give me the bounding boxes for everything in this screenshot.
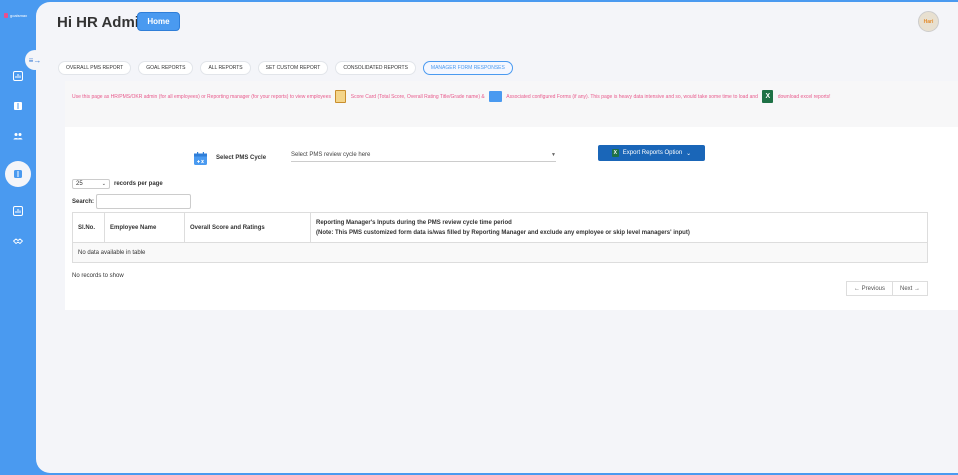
tab-manager-form-responses[interactable]: MANAGER FORM RESPONSES xyxy=(422,61,513,75)
previous-page-button[interactable]: ← Previous xyxy=(846,281,893,296)
sidebar-analytics-icon[interactable] xyxy=(12,205,24,217)
main-content: Hi HR Admin Home Hari OVERALL PMS REPORT… xyxy=(36,2,958,473)
scorecard-icon xyxy=(335,90,347,104)
sidebar-reports-item[interactable] xyxy=(5,161,31,187)
notice-text-4: download excel reports! xyxy=(777,94,831,100)
sidebar-users-icon[interactable] xyxy=(12,130,24,142)
chevron-down-icon: ⌄ xyxy=(101,181,106,187)
chevron-down-icon: ⌄ xyxy=(686,150,692,157)
column-header-manager-inputs[interactable]: Reporting Manager's Inputs during the PM… xyxy=(310,212,928,243)
column-header-sl-no[interactable]: Sl.No. xyxy=(72,212,105,243)
sidebar-handshake-icon[interactable] xyxy=(12,235,24,247)
brand-logo-text: goalsmax xyxy=(10,13,28,18)
notice-text-1: Use this page as HR/PMS/OKR admin (for a… xyxy=(72,94,331,100)
export-reports-button[interactable]: X Export Reports Option ⌄ xyxy=(598,145,705,161)
excel-icon: X xyxy=(762,90,774,104)
report-card: Use this page as HR/PMS/OKR admin (for a… xyxy=(65,81,958,310)
manager-inputs-note: (Note: This PMS customized form data is/… xyxy=(316,229,690,236)
sidebar: goalsmax xyxy=(0,0,36,475)
export-reports-label: Export Reports Option xyxy=(622,150,683,156)
responses-table: Sl.No. Employee Name Overall Score and R… xyxy=(72,212,928,263)
collapse-icon: ≡→ xyxy=(28,55,42,65)
brand-logo-mark xyxy=(4,13,8,18)
notice-text-2: Score Card (Total Score, Overall Rating … xyxy=(350,94,485,100)
report-tabs: OVERALL PMS REPORT GOAL REPORTS ALL REPO… xyxy=(58,61,513,75)
form-icon xyxy=(489,91,503,103)
home-button[interactable]: Home xyxy=(137,12,180,31)
brand-logo[interactable]: goalsmax xyxy=(4,13,27,18)
sidebar-book-icon[interactable] xyxy=(12,100,24,112)
reports-icon xyxy=(14,170,22,178)
pms-cycle-label: Select PMS Cycle xyxy=(216,155,267,161)
sidebar-collapse-button[interactable]: ≡→ xyxy=(25,50,45,70)
chevron-down-icon: ▼ xyxy=(551,152,556,158)
search-label: Search: xyxy=(72,198,95,205)
search-bar: Search: xyxy=(72,194,192,209)
tab-set-custom-report[interactable]: SET CUSTOM REPORT xyxy=(257,61,329,75)
records-per-page-label: records per page xyxy=(114,181,163,187)
manager-inputs-title: Reporting Manager's Inputs during the PM… xyxy=(316,219,512,226)
search-input[interactable] xyxy=(96,194,192,209)
pms-cycle-placeholder: Select PMS review cycle here xyxy=(291,152,371,158)
column-header-score[interactable]: Overall Score and Ratings xyxy=(184,212,311,243)
pagination: ← Previous Next → xyxy=(846,281,928,296)
sidebar-dashboard-icon[interactable] xyxy=(12,70,24,82)
records-info: No records to show xyxy=(72,273,124,279)
table-row: No data available in table xyxy=(72,242,928,263)
page-greeting: Hi HR Admin xyxy=(57,14,149,31)
calendar-icon xyxy=(194,152,207,165)
notice-text-3: Associated configured Forms (if any). Th… xyxy=(506,94,758,100)
empty-table-message: No data available in table xyxy=(72,242,928,263)
tab-overall-pms-report[interactable]: OVERALL PMS REPORT xyxy=(58,61,132,75)
tab-consolidated-reports[interactable]: CONSOLIDATED REPORTS xyxy=(335,61,416,75)
records-per-page-select[interactable]: 25 ⌄ xyxy=(72,179,110,189)
records-per-page-value: 25 xyxy=(76,181,83,187)
excel-icon: X xyxy=(611,149,619,157)
tab-all-reports[interactable]: ALL REPORTS xyxy=(200,61,251,75)
next-page-button[interactable]: Next → xyxy=(893,281,928,296)
user-avatar[interactable]: Hari xyxy=(918,11,939,32)
tab-goal-reports[interactable]: GOAL REPORTS xyxy=(138,61,194,75)
records-per-page: 25 ⌄ records per page xyxy=(72,179,163,189)
column-header-employee-name[interactable]: Employee Name xyxy=(104,212,185,243)
pms-cycle-select[interactable]: Select PMS review cycle here ▼ xyxy=(291,149,556,162)
info-notice: Use this page as HR/PMS/OKR admin (for a… xyxy=(65,81,958,127)
